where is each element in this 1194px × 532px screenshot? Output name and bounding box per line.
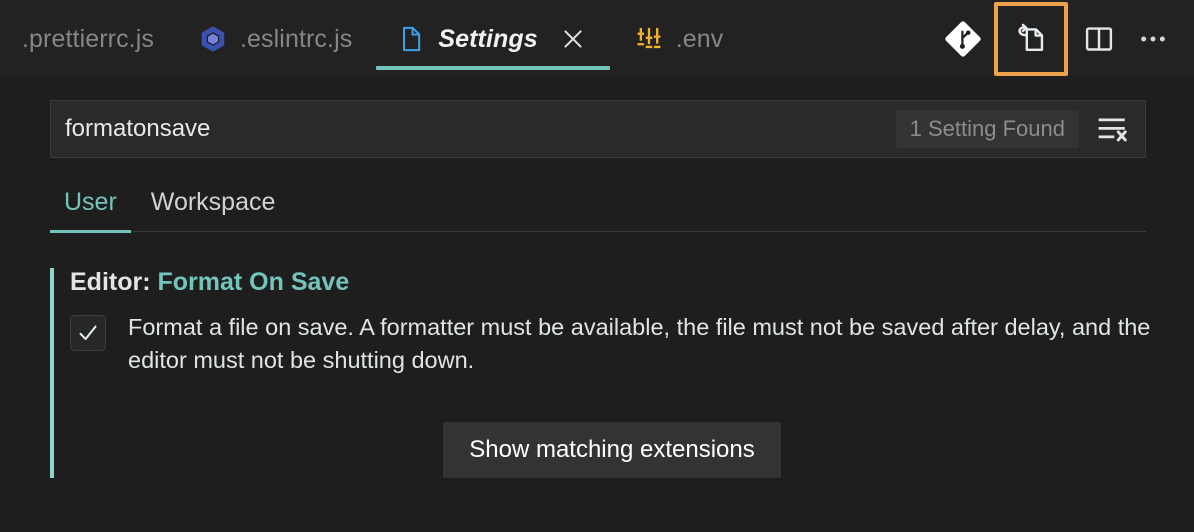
tab-env[interactable]: .env xyxy=(612,0,746,78)
tab-label: .eslintrc.js xyxy=(239,24,353,53)
eslint-hexagon-icon xyxy=(198,24,228,54)
setting-name-label: Format On Save xyxy=(157,268,350,296)
tab-prettierrc[interactable]: .prettierrc.js xyxy=(0,0,176,78)
results-count-badge: 1 Setting Found xyxy=(895,110,1079,148)
close-icon[interactable] xyxy=(556,22,590,56)
settings-file-icon xyxy=(396,24,426,54)
open-settings-json-icon[interactable] xyxy=(994,2,1068,76)
tab-settings[interactable]: Settings xyxy=(374,0,611,78)
editor-actions xyxy=(940,0,1194,78)
tab-label: .prettierrc.js xyxy=(22,24,154,53)
more-actions-icon[interactable] xyxy=(1130,16,1176,62)
source-control-git-icon[interactable] xyxy=(940,16,986,62)
clear-filter-icon[interactable] xyxy=(1089,107,1137,151)
settings-search-row: 1 Setting Found xyxy=(50,100,1146,158)
setting-title: Editor: Format On Save xyxy=(70,268,1154,297)
search-input[interactable] xyxy=(51,101,896,157)
setting-row-format-on-save: Editor: Format On Save Format a file on … xyxy=(50,268,1154,478)
settings-body: 1 Setting Found User Workspace xyxy=(0,100,1194,478)
show-matching-extensions-button[interactable]: Show matching extensions xyxy=(443,421,781,478)
tab-workspace[interactable]: Workspace xyxy=(137,184,296,231)
footer-button-row: Show matching extensions xyxy=(70,421,1154,478)
scope-tab-label: Workspace xyxy=(150,188,276,216)
editor-tab-bar: .prettierrc.js .eslintrc.js Settings .en… xyxy=(0,0,1194,78)
format-on-save-checkbox[interactable] xyxy=(70,315,106,351)
scope-tab-label: User xyxy=(64,188,117,216)
tab-label: Settings xyxy=(438,24,538,53)
env-sliders-icon xyxy=(634,24,664,54)
setting-description: Format a file on save. A formatter must … xyxy=(128,314,1151,374)
setting-category-label: Editor: xyxy=(70,268,151,296)
checkmark-icon xyxy=(79,325,97,340)
tab-list: .prettierrc.js .eslintrc.js Settings .en… xyxy=(0,0,745,78)
tab-user[interactable]: User xyxy=(50,184,137,233)
split-editor-icon[interactable] xyxy=(1076,16,1122,62)
setting-control: Format a file on save. A formatter must … xyxy=(70,311,1154,378)
tab-eslintrc[interactable]: .eslintrc.js xyxy=(176,0,374,78)
settings-editor-window: .prettierrc.js .eslintrc.js Settings .en… xyxy=(0,0,1194,532)
tab-label: .env xyxy=(675,24,724,53)
settings-scope-tabs: User Workspace xyxy=(50,184,1146,233)
